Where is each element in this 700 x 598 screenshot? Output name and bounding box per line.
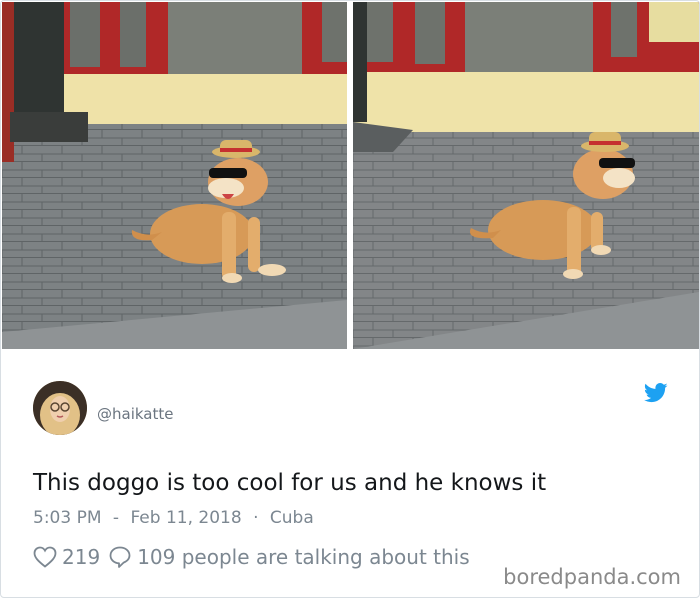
like-count: 219 <box>62 545 101 569</box>
user-handle[interactable]: @haikatte <box>97 405 173 423</box>
speech-bubble-icon[interactable] <box>108 545 132 569</box>
meta-separator: - <box>112 508 120 528</box>
photo-dog-left[interactable] <box>2 2 347 349</box>
tweet-time[interactable]: 5:03 PM <box>33 508 102 528</box>
tweet-stats: 219 109 people are talking about this <box>33 543 478 571</box>
tweet-text: This doggo is too cool for us and he kno… <box>33 470 547 496</box>
avatar[interactable] <box>33 381 87 435</box>
heart-icon[interactable] <box>33 546 57 568</box>
meta-separator: · <box>253 508 259 528</box>
tweet-date[interactable]: Feb 11, 2018 <box>130 508 241 528</box>
tweet-meta: 5:03 PM - Feb 11, 2018 · Cuba <box>33 508 314 528</box>
talking-count[interactable]: 109 people are talking about this <box>137 545 469 569</box>
tweet-location[interactable]: Cuba <box>270 508 314 528</box>
photo-dog-right[interactable] <box>353 2 699 349</box>
photo-grid <box>2 2 699 350</box>
twitter-bird-icon[interactable] <box>644 383 668 403</box>
tweet-card: @haikatte This doggo is too cool for us … <box>0 0 700 598</box>
watermark: boredpanda.com <box>501 565 683 589</box>
